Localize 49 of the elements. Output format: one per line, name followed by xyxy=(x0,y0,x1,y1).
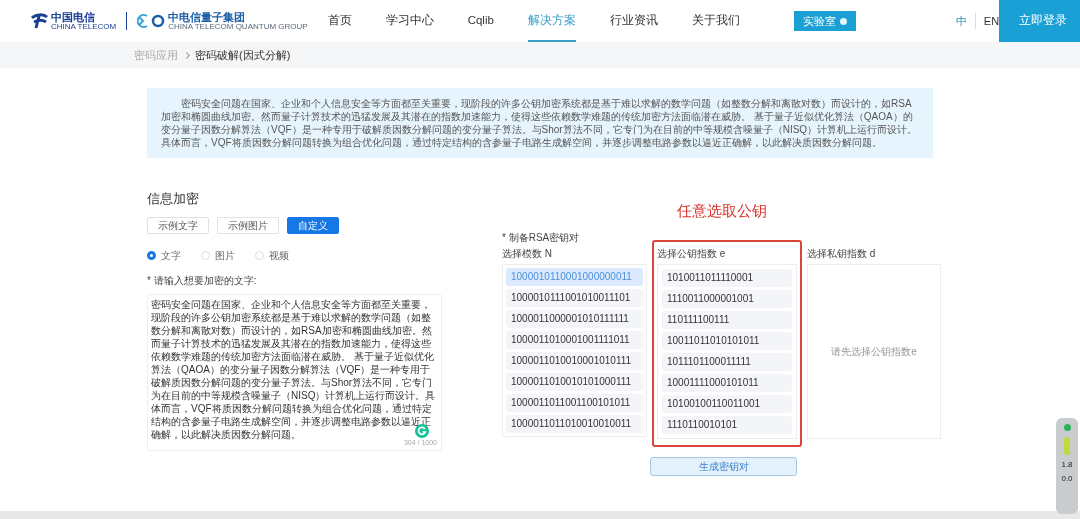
mode-button[interactable]: 示例图片 xyxy=(217,216,279,234)
horizontal-scrollbar[interactable] xyxy=(0,511,1080,519)
logo-text: 中国电信 xyxy=(51,11,95,23)
logo-subtext: CHINA TELECOM xyxy=(51,22,117,31)
breadcrumb-item: 密码破解(因式分解) xyxy=(195,47,291,63)
mode-button[interactable]: 自定义 xyxy=(287,216,339,234)
key-option[interactable]: 1011101100011111 xyxy=(662,353,792,371)
type-radio[interactable]: 图片 xyxy=(201,247,235,263)
column-title: 选择模数 N xyxy=(502,248,553,260)
logo-icon xyxy=(30,13,48,29)
nav-link[interactable]: 行业资讯 xyxy=(609,0,658,42)
key-option[interactable]: 10100100110011001 xyxy=(662,395,792,413)
key-option[interactable]: 1110110010101 xyxy=(662,416,792,434)
key-option[interactable]: 1000011011010010010011 xyxy=(506,415,643,433)
group-logo-subtext: CHINA TELECOM QUANTUM GROUP xyxy=(168,22,308,31)
group-logo-icon xyxy=(137,13,166,29)
nav-link[interactable]: 关于我们 xyxy=(691,0,740,42)
column-title: 选择公钥指数 e xyxy=(657,248,727,260)
speed-reading: 1.8 xyxy=(1061,461,1073,469)
group-logo-text: 中电信量子集团 xyxy=(168,11,246,23)
mode-button[interactable]: 示例文字 xyxy=(147,216,209,234)
nav-link[interactable]: Cqlib xyxy=(467,0,494,42)
section-title: 信息加密 xyxy=(147,190,200,208)
nav-link[interactable]: 学习中心 xyxy=(385,0,434,42)
column-title: 选择私钥指数 d xyxy=(807,248,877,260)
key-option[interactable]: 10011011010101011 xyxy=(662,332,792,350)
key-option[interactable]: 1000011010010001010111 xyxy=(506,352,643,370)
type-radio[interactable]: 文字 xyxy=(147,247,181,263)
field-label: * 制备RSA密钥对 xyxy=(502,232,581,244)
intro-text: 密码安全问题在国家、企业和个人信息安全等方面都至关重要，现阶段的许多公钥加密系统都是基于难以求解的数学问题（如整数分解和离散对数）而设计的，如RSA加密和椭圆曲线加密。然而量子计算技术的迅猛发展及其潜在的指数加速能力，使得这些依赖数学难题的传统加密方法面临潜在威胁。 基于量子近似优化算法（QAOA）的变分量子因数分解算法（VQF）是一种专用于破解质因数分解问题的变分量子算法。与Shor算法不同，它专门为在目前的中等规模含噪量子（NISQ）计算机上运行而设计。具体而言，VQF将质因数分解问题转换为组合优化问题，通过特定结构的含参量子电路生成解空间，并逐步调整电路参数以逼近正确解，以此解决质因数分解问题。 xyxy=(147,88,933,158)
key-option[interactable]: 1000011011001100101011 xyxy=(506,394,643,412)
annotation-text: 任意选取公钥 xyxy=(677,202,767,220)
input-label: * 请输入想要加密的文字: xyxy=(147,273,258,288)
level-bar-icon xyxy=(1064,437,1070,455)
key-option[interactable]: 1000011000001010111111 xyxy=(506,310,643,328)
speed-reading: 0.0 xyxy=(1061,475,1073,483)
key-option[interactable]: 10001111000101011 xyxy=(662,374,792,392)
placeholder-text: 请先选择公钥指数e xyxy=(831,345,917,359)
generate-button[interactable]: 生成密钥对 xyxy=(650,457,797,476)
type-radio[interactable]: 视频 xyxy=(255,247,289,263)
key-option[interactable]: 1110011000001001 xyxy=(662,290,792,308)
key-option[interactable]: 1000010111001010011101 xyxy=(506,289,643,307)
key-option[interactable]: 1000011010010101000111 xyxy=(506,373,643,391)
key-option[interactable]: 110111100111 xyxy=(662,311,792,329)
nav-link[interactable]: 首页 xyxy=(327,0,352,42)
key-option[interactable]: 1010011011110001 xyxy=(662,269,792,287)
monitor-widget[interactable]: 1.8 0.0 xyxy=(1056,418,1078,514)
key-option[interactable]: 1000011010001001111011 xyxy=(506,331,643,349)
language-link[interactable]: 中 xyxy=(955,12,967,30)
